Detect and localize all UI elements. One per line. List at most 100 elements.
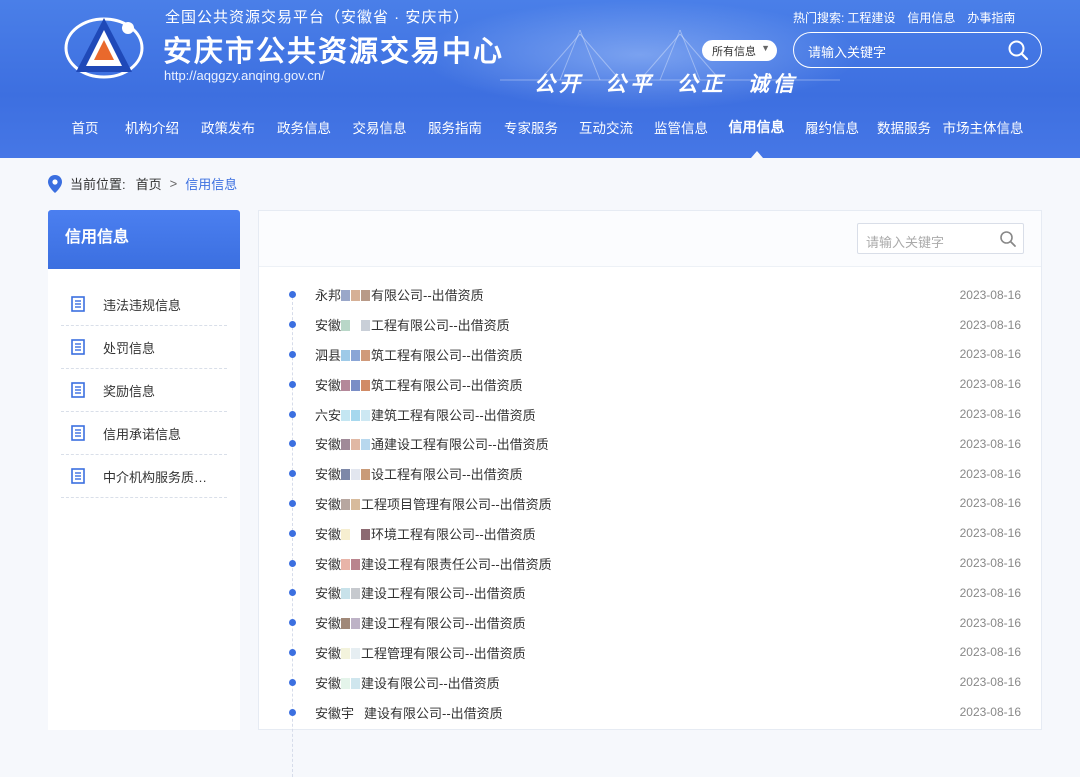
location-pin-icon xyxy=(48,174,62,193)
bullet-dot xyxy=(289,619,296,627)
nav-item-gov-info[interactable]: 政务信息 xyxy=(266,108,342,142)
list-item[interactable]: 安徽 环境工程有限公司--出借资质 2023-08-16 xyxy=(259,518,1041,548)
bullet-dot xyxy=(289,380,296,388)
slogan: 公开 公平 公正 诚信 xyxy=(534,71,798,96)
item-title[interactable]: 安徽 通建设工程有限公司--出借资质 xyxy=(315,434,549,453)
document-icon xyxy=(71,296,85,312)
site-header: 全国公共资源交易平台（安徽省 · 安庆市） 安庆市公共资源交易中心 http:/… xyxy=(0,0,1080,158)
bullet-dot xyxy=(289,529,296,537)
item-title[interactable]: 安徽 设工程有限公司--出借资质 xyxy=(315,464,523,483)
breadcrumb-home[interactable]: 首页 xyxy=(136,174,162,193)
list-item[interactable]: 安徽 通建设工程有限公司--出借资质 2023-08-16 xyxy=(259,429,1041,459)
bullet-dot xyxy=(289,678,296,686)
list-item[interactable]: 安徽 筑工程有限公司--出借资质 2023-08-16 xyxy=(259,369,1041,399)
document-icon xyxy=(71,339,85,355)
bullet-dot xyxy=(289,350,296,358)
list-item[interactable]: 安徽 工程有限公司--出借资质 2023-08-16 xyxy=(259,310,1041,340)
bullet-dot xyxy=(289,440,296,448)
item-title[interactable]: 永邦 有限公司--出借资质 xyxy=(315,285,484,304)
list-item[interactable]: 安徽 工程项目管理有限公司--出借资质 2023-08-16 xyxy=(259,489,1041,519)
hot-search-link[interactable]: 工程建设 xyxy=(847,9,895,26)
item-date: 2023-08-16 xyxy=(959,585,1021,600)
sidebar-item-commitments[interactable]: 信用承诺信息 xyxy=(61,412,227,455)
nav-item-credit[interactable]: 信用信息 xyxy=(719,108,794,158)
list-item[interactable]: 安徽 建设工程有限责任公司--出借资质 2023-08-16 xyxy=(259,548,1041,578)
platform-title: 全国公共资源交易平台（安徽省 · 安庆市） xyxy=(165,9,470,26)
item-title[interactable]: 安徽 筑工程有限公司--出借资质 xyxy=(315,375,523,394)
search-icon[interactable] xyxy=(1007,39,1029,61)
nav-item-experts[interactable]: 专家服务 xyxy=(493,108,569,142)
nav-item-market[interactable]: 市场主体信息 xyxy=(938,108,1028,142)
search-icon[interactable] xyxy=(999,230,1017,248)
item-title[interactable]: 安徽 工程项目管理有限公司--出借资质 xyxy=(315,494,552,513)
sidebar-item-penalties[interactable]: 处罚信息 xyxy=(61,326,227,369)
item-date: 2023-08-16 xyxy=(959,675,1021,690)
list-item[interactable]: 永邦 有限公司--出借资质 2023-08-16 xyxy=(259,280,1041,310)
list-item[interactable]: 安徽 设工程有限公司--出借资质 2023-08-16 xyxy=(259,459,1041,489)
list-item[interactable]: 安徽 工程管理有限公司--出借资质 2023-08-16 xyxy=(259,638,1041,668)
site-logo[interactable] xyxy=(62,12,146,82)
item-date: 2023-08-16 xyxy=(959,436,1021,451)
nav-item-trading[interactable]: 交易信息 xyxy=(342,108,417,142)
nav-item-home[interactable]: 首页 xyxy=(56,108,114,142)
sidebar-item-agency-quality[interactable]: 中介机构服务质… xyxy=(61,455,227,498)
item-title[interactable]: 安徽 建设有限公司--出借资质 xyxy=(315,673,500,692)
breadcrumb-current[interactable]: 信用信息 xyxy=(185,174,237,193)
list-toolbar: 请输入关键字 xyxy=(259,211,1041,267)
item-date: 2023-08-16 xyxy=(959,705,1021,720)
item-date: 2023-08-16 xyxy=(959,287,1021,302)
content-panel: 请输入关键字 永邦 有限公司--出借资质 2023-08-16 安徽 工程有限公司-… xyxy=(258,210,1042,777)
nav-item-guide[interactable]: 服务指南 xyxy=(417,108,493,142)
item-title[interactable]: 安徽 建设工程有限公司--出借资质 xyxy=(315,583,526,602)
nav-item-performance[interactable]: 履约信息 xyxy=(794,108,870,142)
site-title: 安庆市公共资源交易中心 xyxy=(163,36,505,68)
list-search-placeholder: 请输入关键字 xyxy=(866,235,945,250)
nav-item-data[interactable]: 数据服务 xyxy=(870,108,938,142)
list-item[interactable]: 安徽 建设工程有限公司--出借资质 2023-08-16 xyxy=(259,608,1041,638)
item-date: 2023-08-16 xyxy=(959,526,1021,541)
list-item[interactable]: 安徽宇 建设有限公司--出借资质 2023-08-16 xyxy=(259,697,1041,727)
item-date: 2023-08-16 xyxy=(959,317,1021,332)
item-date: 2023-08-16 xyxy=(959,556,1021,571)
main-nav: 首页 机构介绍 政策发布 政务信息 交易信息 服务指南 专家服务 互动交流 监管… xyxy=(56,108,1028,158)
scope-select[interactable]: 所有信息 ▼ xyxy=(702,40,777,61)
sidebar-title: 信用信息 xyxy=(48,210,240,269)
bullet-dot xyxy=(289,321,296,329)
item-title[interactable]: 安徽 环境工程有限公司--出借资质 xyxy=(315,524,536,543)
sidebar-item-rewards[interactable]: 奖励信息 xyxy=(61,369,227,412)
nav-item-about[interactable]: 机构介绍 xyxy=(114,108,190,142)
list-item[interactable]: 泗县 筑工程有限公司--出借资质 2023-08-16 xyxy=(259,340,1041,370)
list-item[interactable]: 六安 建筑工程有限公司--出借资质 2023-08-16 xyxy=(259,399,1041,429)
record-list: 永邦 有限公司--出借资质 2023-08-16 安徽 工程有限公司--出借资质 2… xyxy=(259,267,1041,777)
list-search-input[interactable]: 请输入关键字 xyxy=(857,223,1024,254)
sidebar-item-label: 违法违规信息 xyxy=(103,297,182,313)
bullet-dot xyxy=(289,499,296,507)
item-date: 2023-08-16 xyxy=(959,347,1021,362)
sidebar-item-label: 中介机构服务质… xyxy=(103,469,208,485)
sidebar-item-violations[interactable]: 违法违规信息 xyxy=(61,283,227,326)
item-title[interactable]: 安徽 工程有限公司--出借资质 xyxy=(315,315,510,334)
nav-item-policy[interactable]: 政策发布 xyxy=(190,108,266,142)
document-icon xyxy=(71,382,85,398)
list-item[interactable]: 安徽 建设有限公司--出借资质 2023-08-16 xyxy=(259,667,1041,697)
item-title[interactable]: 安徽 工程管理有限公司--出借资质 xyxy=(315,643,526,662)
item-title[interactable]: 安徽 建设工程有限公司--出借资质 xyxy=(315,613,526,632)
document-icon xyxy=(71,425,85,441)
item-title[interactable]: 泗县 筑工程有限公司--出借资质 xyxy=(315,345,523,364)
sidebar-item-label: 奖励信息 xyxy=(103,383,156,399)
list-item[interactable]: 安徽 建设工程有限公司--出借资质 2023-08-16 xyxy=(259,578,1041,608)
hot-search-link[interactable]: 办事指南 xyxy=(967,9,1015,26)
bullet-dot xyxy=(289,559,296,567)
item-title[interactable]: 安徽宇 建设有限公司--出借资质 xyxy=(315,703,503,722)
item-title[interactable]: 六安 建筑工程有限公司--出借资质 xyxy=(315,405,536,424)
header-search-placeholder: 请输入关键字 xyxy=(808,45,887,60)
hot-search-link[interactable]: 信用信息 xyxy=(907,9,955,26)
site-url: http://aqggzy.anqing.gov.cn/ xyxy=(164,68,325,83)
sidebar-item-label: 信用承诺信息 xyxy=(103,426,182,442)
header-search-input[interactable]: 请输入关键字 xyxy=(793,32,1042,68)
item-title[interactable]: 安徽 建设工程有限责任公司--出借资质 xyxy=(315,554,552,573)
nav-item-interaction[interactable]: 互动交流 xyxy=(569,108,643,142)
nav-item-supervision[interactable]: 监管信息 xyxy=(643,108,719,142)
sidebar-item-label: 处罚信息 xyxy=(103,340,156,356)
item-date: 2023-08-16 xyxy=(959,496,1021,511)
